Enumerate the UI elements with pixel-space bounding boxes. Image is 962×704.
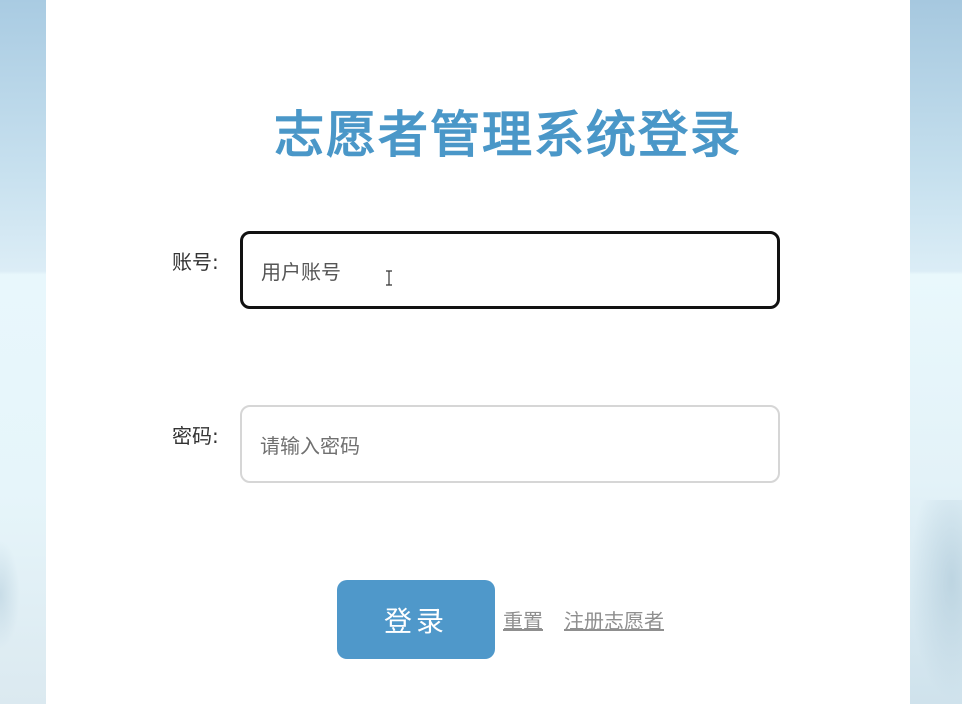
page-title: 志愿者管理系统登录 [274, 106, 742, 164]
background-right [910, 0, 962, 704]
account-input[interactable]: 用户账号 [240, 231, 780, 309]
background-left [0, 0, 46, 704]
account-label: 账号: [172, 250, 219, 274]
password-input[interactable]: 请输入密码 [240, 405, 780, 483]
register-volunteer-link[interactable]: 注册志愿者 [564, 607, 664, 635]
password-placeholder: 请输入密码 [260, 433, 360, 458]
i-beam-cursor-icon [386, 270, 392, 286]
account-placeholder: 用户账号 [261, 259, 341, 284]
login-panel: 志愿者管理系统登录 账号: 用户账号 密码: 请输入密码 登录 重置 注册志愿者 [46, 0, 910, 704]
login-button[interactable]: 登录 [337, 580, 495, 659]
reset-link[interactable]: 重置 [503, 607, 543, 635]
password-label: 密码: [172, 424, 219, 448]
